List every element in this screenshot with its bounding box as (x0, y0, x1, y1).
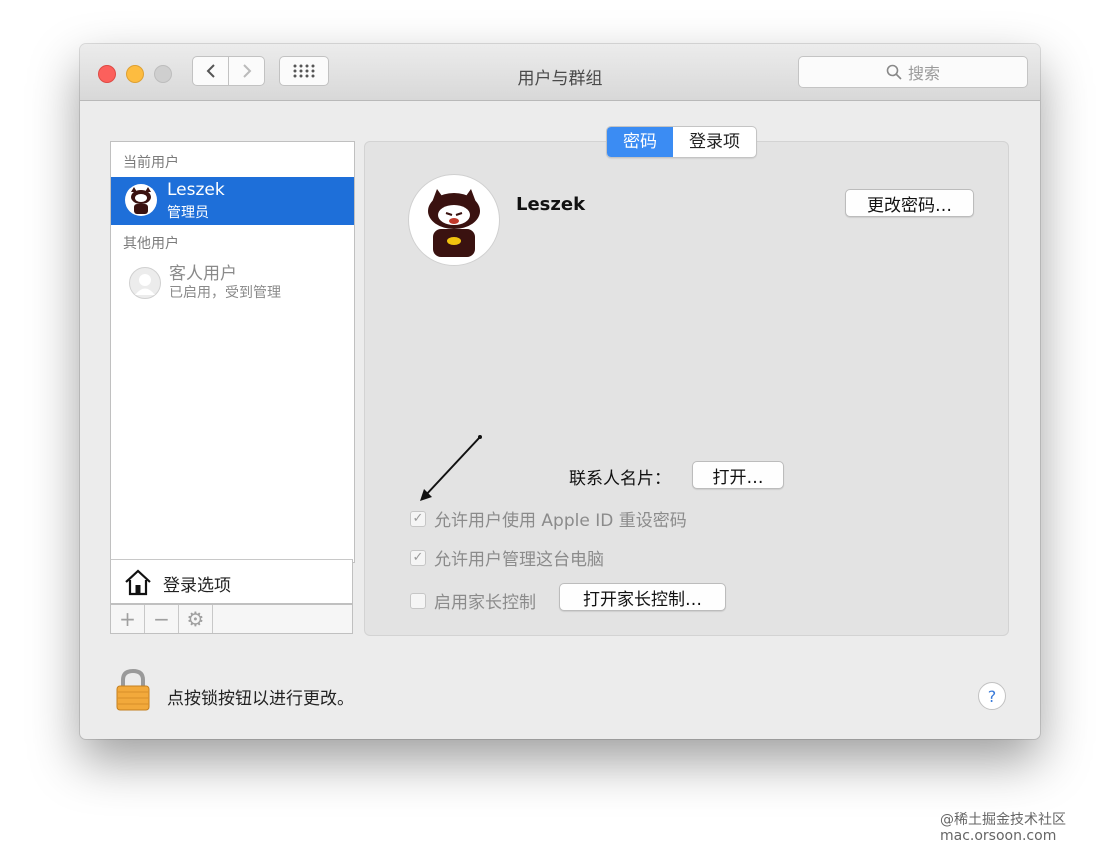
watermark-line2: mac.orsoon.com (940, 828, 1057, 844)
open-parental-controls-button[interactable]: 打开家长控制… (559, 583, 726, 611)
parental-controls-checkbox[interactable] (410, 592, 426, 609)
contact-card-label: 联系人名片： (569, 469, 671, 489)
open-contact-card-button[interactable]: 打开… (692, 461, 784, 489)
apple-id-reset-checkbox[interactable]: ✓ (410, 510, 426, 527)
lock-message: 点按锁按钮以进行更改。 (167, 689, 354, 709)
tab-password[interactable]: 密码 (607, 127, 673, 157)
search-placeholder: 搜索 (907, 64, 940, 83)
apple-id-reset-checkbox-row[interactable]: ✓ 允许用户使用 Apple ID 重设密码 (410, 506, 687, 531)
guest-user-status: 已启用，受到管理 (169, 285, 281, 301)
help-button[interactable]: ? (978, 682, 1006, 710)
watermark-line1: @稀土掘金技术社区 (940, 812, 1066, 828)
user-list: 当前用户 Leszek 管理员 其他用户 客人用户 已启用，受到管理 (110, 141, 355, 563)
search-icon (886, 64, 902, 80)
guest-user-name[interactable]: 客人用户 (169, 259, 237, 284)
admin-checkbox[interactable]: ✓ (410, 549, 426, 566)
add-user-button[interactable]: + (111, 605, 145, 633)
login-options-label: 登录选项 (163, 576, 231, 596)
system-preferences-window: 用户与群组 搜索 当前用户 Leszek 管理员 其他用户 客人用户 已启用，受… (80, 44, 1040, 739)
annotation-arrow-icon (420, 435, 482, 501)
guest-avatar-icon[interactable] (129, 267, 161, 299)
person-icon (135, 274, 155, 295)
admin-label: 允许用户管理这台电脑 (434, 550, 604, 570)
search-input[interactable]: 搜索 (798, 56, 1028, 88)
house-icon (125, 569, 151, 596)
lock-icon[interactable] (115, 669, 151, 711)
titlebar: 用户与群组 搜索 (80, 44, 1040, 101)
apple-id-reset-label: 允许用户使用 Apple ID 重设密码 (434, 511, 687, 531)
profile-avatar[interactable] (408, 174, 500, 266)
cat-avatar-icon (428, 189, 480, 257)
list-buttons-bar: + − ⚙ (110, 604, 353, 634)
login-options-item[interactable]: 登录选项 (110, 559, 353, 604)
gear-icon[interactable]: ⚙ (179, 605, 213, 633)
change-password-button[interactable]: 更改密码… (845, 189, 974, 217)
tab-bar: 密码 登录项 (606, 126, 757, 158)
profile-name: Leszek (516, 194, 586, 215)
other-users-label: 其他用户 (123, 236, 179, 252)
parental-controls-label: 启用家长控制 (434, 593, 536, 613)
current-users-label: 当前用户 (123, 155, 179, 171)
avatar (125, 184, 157, 216)
user-role: 管理员 (167, 205, 209, 221)
cat-avatar-icon (131, 187, 151, 214)
watermark: @稀土掘金技术社区 mac.orsoon.com (940, 812, 1110, 844)
parental-controls-checkbox-row[interactable]: 启用家长控制 (410, 588, 536, 613)
tab-login-items[interactable]: 登录项 (673, 127, 756, 157)
remove-user-button[interactable]: − (145, 605, 179, 633)
user-name: Leszek (167, 180, 225, 200)
user-row-leszek[interactable]: Leszek 管理员 (111, 177, 354, 225)
admin-checkbox-row[interactable]: ✓ 允许用户管理这台电脑 (410, 545, 604, 570)
